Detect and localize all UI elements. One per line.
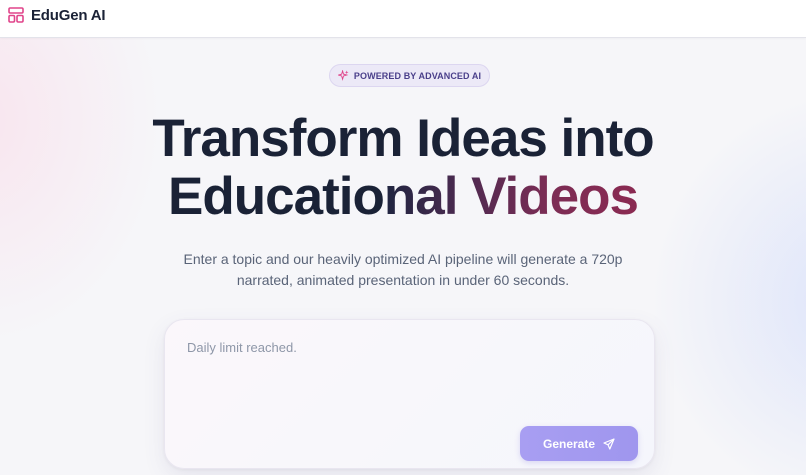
topic-prompt-input[interactable] (187, 340, 627, 430)
generate-button-label: Generate (542, 436, 596, 451)
brand-name: EduGen AI (31, 6, 106, 24)
hero-title-line-1: Transform Ideas into (152, 109, 654, 168)
prompt-card: Generate (164, 319, 655, 469)
hero-title-gradient: nal Videos (383, 167, 639, 226)
hero-title-line-2: Educational Videos (0, 168, 806, 226)
hero-subtitle: Enter a topic and our heavily optimized … (0, 249, 806, 291)
powered-by-badge: POWERED BY ADVANCED AI (329, 64, 490, 87)
brand-logo-link[interactable]: EduGen AI (8, 5, 106, 25)
hero-title: Transform Ideas into Educational Videos (0, 110, 806, 226)
hero-subtitle-line-1: Enter a topic and our heavily optimized … (183, 251, 623, 267)
layout-grid-icon (8, 7, 24, 23)
generate-button[interactable]: Generate (520, 426, 638, 461)
send-icon (603, 437, 615, 450)
top-navbar: EduGen AI (0, 0, 806, 38)
page: EduGen AI POWERED BY ADVANCED AI Transfo… (0, 0, 806, 475)
hero-subtitle-line-2: narrated, animated presentation in under… (236, 272, 570, 288)
sparkles-icon (337, 70, 349, 81)
hero-title-plain: Educatio (168, 167, 385, 226)
badge-label: POWERED BY ADVANCED AI (353, 70, 482, 81)
